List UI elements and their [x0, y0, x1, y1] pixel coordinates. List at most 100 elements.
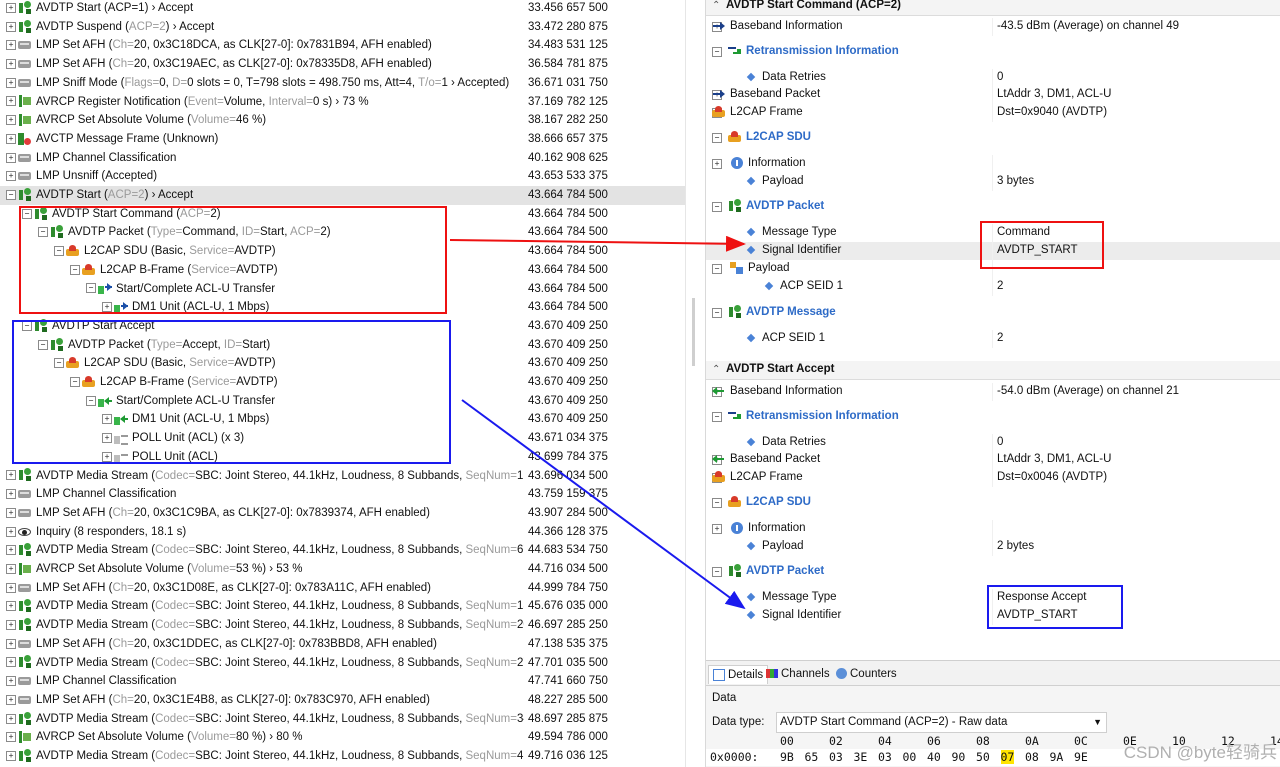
packet-row[interactable]: + AVDTP Media Stream (Codec=SBC: Joint St…	[0, 654, 685, 673]
expand-toggle[interactable]: +	[6, 638, 16, 649]
collapse-toggle[interactable]: −	[54, 246, 64, 257]
packet-row[interactable]: + LMP Set AFH (Ch=20, 0x3C1C9BA, as CLK[2…	[0, 504, 685, 523]
collapse-toggle[interactable]: −	[22, 320, 32, 331]
packet-row[interactable]: − AVDTP Start (ACP=2) › Accept 43.664 784 …	[0, 186, 685, 205]
hex-byte[interactable]: 9A	[1050, 750, 1064, 764]
detail-field[interactable]: Message Type Command	[706, 224, 1280, 242]
detail-header[interactable]: ⌃ AVDTP Start Command (ACP=2)	[706, 0, 1280, 16]
hex-byte[interactable]: 9B	[780, 750, 794, 764]
packet-row[interactable]: + AVDTP Media Stream (Codec=SBC: Joint St…	[0, 616, 685, 635]
hex-byte[interactable]: 07	[1000, 750, 1015, 764]
hex-byte[interactable]: 9E	[1074, 750, 1088, 764]
expand-toggle[interactable]: +	[102, 302, 112, 313]
hex-byte[interactable]: 90	[952, 750, 966, 764]
packet-row[interactable]: + LMP Channel Classification 43.759 159 37…	[0, 485, 685, 504]
packet-row[interactable]: + AVCTP Message Frame (Unknown) 38.666 657…	[0, 130, 685, 149]
detail-section[interactable]: − L2CAP SDU	[706, 494, 1280, 512]
detail-field[interactable]: Payload 3 bytes	[706, 173, 1280, 191]
packet-row[interactable]: + DM1 Unit (ACL-U, 1 Mbps) 43.670 409 250	[0, 410, 685, 429]
expand-toggle[interactable]: +	[6, 40, 16, 51]
expand-toggle[interactable]: +	[6, 115, 16, 126]
detail-section[interactable]: − AVDTP Message	[706, 304, 1280, 322]
packet-row[interactable]: + LMP Set AFH (Ch=20, 0x3C1D08E, as CLK[2…	[0, 579, 685, 598]
packet-row[interactable]: − L2CAP B-Frame (Service=AVDTP) 43.670 409…	[0, 373, 685, 392]
detail-field[interactable]: ACP SEID 1 2	[706, 278, 1280, 296]
packet-row[interactable]: − AVDTP Packet (Type=Command, ID=Start, A…	[0, 223, 685, 242]
collapse-toggle[interactable]: −	[38, 227, 48, 238]
packet-row[interactable]: + LMP Set AFH (Ch=20, 0x3C18DCA, as CLK[2…	[0, 36, 685, 55]
collapse-toggle[interactable]: −	[70, 264, 80, 275]
packet-row[interactable]: + AVRCP Set Absolute Volume (Volume=46 %)…	[0, 111, 685, 130]
collapse-toggle[interactable]: −	[712, 308, 722, 318]
expand-toggle[interactable]: +	[6, 545, 16, 556]
collapse-toggle[interactable]: −	[54, 358, 64, 369]
expand-toggle[interactable]: +	[6, 96, 16, 107]
tab-details[interactable]: Details	[708, 665, 769, 684]
packet-row[interactable]: + POLL Unit (ACL) (x 3) 43.671 034 375	[0, 429, 685, 448]
packet-row[interactable]: − L2CAP SDU (Basic, Service=AVDTP) 43.670 …	[0, 354, 685, 373]
packet-row[interactable]: − L2CAP SDU (Basic, Service=AVDTP) 43.664 …	[0, 242, 685, 261]
expand-toggle[interactable]: +	[6, 152, 16, 163]
expand-toggle[interactable]: +	[6, 171, 16, 182]
collapse-chevron-icon[interactable]: ⌃	[712, 0, 720, 15]
detail-section[interactable]: − AVDTP Packet	[706, 198, 1280, 216]
detail-field[interactable]: Payload 2 bytes	[706, 538, 1280, 556]
hex-byte[interactable]: 03	[878, 750, 892, 764]
hex-byte[interactable]: 03	[829, 750, 843, 764]
detail-section[interactable]: − AVDTP Packet	[706, 563, 1280, 581]
packet-row[interactable]: + AVRCP Register Notification (Event=Volu…	[0, 93, 685, 112]
collapse-toggle[interactable]: −	[712, 264, 722, 274]
detail-field[interactable]: +Baseband Information-43.5 dBm (Average)…	[706, 18, 1280, 36]
packet-row[interactable]: − Start/Complete ACL-U Transfer 43.670 409…	[0, 392, 685, 411]
detail-field[interactable]: − Payload	[706, 260, 1280, 278]
expand-toggle[interactable]: +	[6, 59, 16, 70]
packet-row[interactable]: + AVRCP Set Absolute Volume (Volume=80 %)…	[0, 728, 685, 747]
packet-row[interactable]: + Inquiry (8 responders, 18.1 s) 44.366 12…	[0, 523, 685, 542]
scrollbar-thumb[interactable]	[692, 298, 695, 366]
detail-field[interactable]: Data Retries 0	[706, 69, 1280, 87]
expand-toggle[interactable]: +	[6, 563, 16, 574]
collapse-toggle[interactable]: −	[22, 208, 32, 219]
expand-toggle[interactable]: +	[6, 489, 16, 500]
detail-field[interactable]: + Information	[706, 155, 1280, 173]
collapse-toggle[interactable]: −	[712, 47, 722, 57]
collapse-toggle[interactable]: −	[712, 498, 722, 508]
expand-toggle[interactable]: +	[6, 694, 16, 705]
packet-row[interactable]: − AVDTP Start Command (ACP=2) 43.664 784 5…	[0, 205, 685, 224]
packet-row[interactable]: + AVDTP Suspend (ACP=2) › Accept 33.472 28…	[0, 18, 685, 37]
packet-row[interactable]: + LMP Sniff Mode (Flags=0, D=0 slots = 0,…	[0, 74, 685, 93]
hex-byte[interactable]: 65	[805, 750, 819, 764]
packet-row[interactable]: + AVRCP Set Absolute Volume (Volume=53 %)…	[0, 560, 685, 579]
detail-section[interactable]: − L2CAP SDU	[706, 129, 1280, 147]
tab-channels[interactable]: Channels	[766, 665, 830, 683]
packet-row[interactable]: + LMP Set AFH (Ch=20, 0x3C1E4B8, as CLK[2…	[0, 691, 685, 710]
expand-toggle[interactable]: +	[6, 133, 16, 144]
packet-row[interactable]: + AVDTP Media Stream (Codec=SBC: Joint St…	[0, 467, 685, 486]
packet-row[interactable]: − AVDTP Start Accept 43.670 409 250	[0, 317, 685, 336]
packet-row[interactable]: + AVDTP Media Stream (Codec=SBC: Joint St…	[0, 541, 685, 560]
packet-row[interactable]: − Start/Complete ACL-U Transfer 43.664 784…	[0, 280, 685, 299]
collapse-toggle[interactable]: −	[86, 283, 96, 294]
collapse-toggle[interactable]: −	[712, 133, 722, 143]
detail-field[interactable]: Signal Identifier AVDTP_START	[706, 242, 1280, 260]
packet-row[interactable]: + POLL Unit (ACL) 43.699 784 375	[0, 448, 685, 467]
collapse-toggle[interactable]: −	[86, 395, 96, 406]
packet-row[interactable]: + DM1 Unit (ACL-U, 1 Mbps) 43.664 784 500	[0, 298, 685, 317]
expand-toggle[interactable]: +	[6, 21, 16, 32]
detail-field[interactable]: Data Retries 0	[706, 434, 1280, 452]
hex-byte[interactable]: 08	[1025, 750, 1039, 764]
detail-field[interactable]: +Baseband Information-54.0 dBm (Average)…	[706, 383, 1280, 401]
panel-splitter[interactable]	[685, 0, 706, 767]
expand-toggle[interactable]: +	[102, 451, 112, 462]
packet-row[interactable]: + AVDTP Media Stream (Codec=SBC: Joint St…	[0, 747, 685, 766]
hex-byte[interactable]: 3E	[854, 750, 868, 764]
expand-toggle[interactable]: +	[6, 2, 16, 13]
packet-row[interactable]: + AVDTP Media Stream (Codec=SBC: Joint St…	[0, 710, 685, 729]
detail-section[interactable]: − Retransmission Information	[706, 408, 1280, 426]
detail-field[interactable]: Message Type Response Accept	[706, 589, 1280, 607]
expand-toggle[interactable]: +	[6, 676, 16, 687]
collapse-toggle[interactable]: −	[712, 412, 722, 422]
detail-field[interactable]: ACP SEID 1 2	[706, 330, 1280, 348]
expand-toggle[interactable]: +	[6, 657, 16, 668]
detail-field[interactable]: +L2CAP FrameDst=0x0046 (AVDTP)	[706, 469, 1280, 487]
